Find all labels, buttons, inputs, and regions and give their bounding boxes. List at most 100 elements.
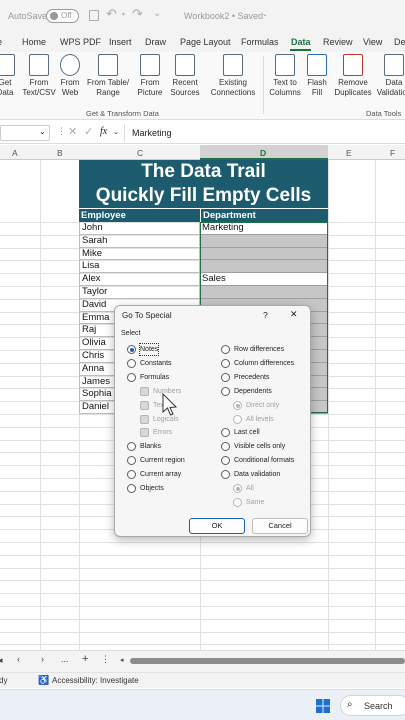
taskbar-search[interactable]: ⌕ Search bbox=[340, 695, 405, 716]
column-header-f[interactable]: F bbox=[390, 148, 395, 158]
more-sheets[interactable]: ... bbox=[61, 654, 69, 664]
department-cell-blank-selected[interactable] bbox=[200, 234, 328, 248]
radio-visible-cells-only[interactable] bbox=[221, 442, 230, 451]
existing-connections-button[interactable]: Existing Connections bbox=[206, 54, 260, 98]
column-header-e[interactable]: E bbox=[346, 148, 352, 158]
insert-function-icon[interactable]: fx bbox=[100, 126, 107, 137]
column-header-a[interactable]: A bbox=[12, 148, 18, 158]
formula-menu-icon[interactable]: ⋮ bbox=[57, 126, 66, 137]
fx-chevron-icon[interactable]: ⌄ bbox=[113, 128, 119, 136]
department-cell-blank-selected[interactable] bbox=[200, 260, 328, 274]
from-table-range-button[interactable]: From Table/ Range bbox=[84, 54, 132, 98]
close-icon[interactable]: ✕ bbox=[290, 309, 298, 320]
employee-cell[interactable]: Lisa bbox=[79, 260, 200, 274]
department-cell[interactable]: Sales bbox=[200, 273, 328, 286]
radio-notes[interactable] bbox=[127, 345, 136, 354]
radio-formulas[interactable] bbox=[127, 373, 136, 382]
tab-home[interactable]: Home bbox=[22, 37, 46, 47]
redo-icon[interactable]: ↷ bbox=[132, 6, 143, 22]
save-icon[interactable] bbox=[89, 10, 99, 21]
radio-conditional-formats[interactable] bbox=[221, 456, 230, 465]
radio-blanks[interactable] bbox=[127, 442, 136, 451]
option-label: Constants bbox=[140, 360, 172, 367]
remove-duplicates-button[interactable]: Remove Duplicates bbox=[333, 54, 373, 98]
radio-all[interactable] bbox=[233, 484, 242, 493]
radio-constants[interactable] bbox=[127, 359, 136, 368]
employee-cell[interactable]: Sarah bbox=[79, 234, 200, 248]
header-department: Department bbox=[200, 209, 328, 222]
from-text-csv-button[interactable]: From Text/CSV bbox=[20, 54, 58, 98]
column-header-d-selected[interactable]: D bbox=[200, 145, 328, 160]
radio-data-validation[interactable] bbox=[221, 470, 230, 479]
tab-data[interactable]: Data bbox=[291, 37, 311, 47]
undo-dropdown-icon[interactable]: ▾ bbox=[122, 11, 125, 18]
ok-button[interactable]: OK bbox=[189, 518, 245, 534]
add-sheet-button[interactable]: + bbox=[82, 653, 88, 665]
employee-cell[interactable]: John bbox=[79, 222, 200, 235]
employee-cell[interactable]: Alex bbox=[79, 273, 200, 286]
enter-icon[interactable]: ✓ bbox=[84, 125, 93, 138]
radio-row-differences[interactable] bbox=[221, 345, 230, 354]
grid-row-line bbox=[0, 555, 405, 556]
radio-last-cell[interactable] bbox=[221, 428, 230, 437]
department-cell-blank-selected[interactable] bbox=[200, 247, 328, 261]
employee-cell[interactable]: Taylor bbox=[79, 286, 200, 299]
undo-icon[interactable]: ↶ bbox=[106, 6, 117, 22]
checkbox-logicals[interactable] bbox=[140, 415, 149, 424]
from-web-button[interactable]: From Web bbox=[58, 54, 82, 98]
radio-current-array[interactable] bbox=[127, 470, 136, 479]
customize-icon[interactable]: ⌄ bbox=[153, 8, 161, 19]
workbook-chevron-icon[interactable]: ⌄ bbox=[262, 10, 268, 18]
autosave-toggle[interactable]: Off bbox=[46, 9, 79, 23]
from-picture-button[interactable]: From Picture bbox=[132, 54, 168, 98]
tab-developer[interactable]: De bbox=[394, 37, 405, 47]
header-employee: Employee bbox=[79, 209, 200, 222]
department-cell-blank-selected[interactable] bbox=[200, 286, 328, 299]
cancel-icon[interactable]: ✕ bbox=[68, 125, 77, 138]
recent-sources-button[interactable]: Recent Sources bbox=[168, 54, 202, 98]
name-box[interactable]: ⌄ bbox=[0, 125, 50, 141]
formula-input[interactable]: Marketing bbox=[124, 124, 405, 142]
scroll-left-icon[interactable]: ◂ bbox=[120, 656, 124, 664]
accessibility-status[interactable]: Accessibility: Investigate bbox=[52, 676, 139, 685]
radio-direct-only[interactable] bbox=[233, 401, 242, 410]
radio-all-levels[interactable] bbox=[233, 415, 242, 424]
name-box-chevron-icon[interactable]: ⌄ bbox=[39, 127, 46, 136]
column-header-b[interactable]: B bbox=[57, 148, 63, 158]
radio-dependents[interactable] bbox=[221, 387, 230, 396]
tab-wps-pdf[interactable]: WPS PDF bbox=[60, 37, 101, 47]
tab-insert[interactable]: Insert bbox=[109, 37, 132, 47]
get-data-button[interactable]: Get Data bbox=[0, 54, 18, 98]
tab-draw[interactable]: Draw bbox=[145, 37, 166, 47]
sheet-options-icon[interactable]: ⋮ bbox=[101, 654, 110, 665]
radio-precedents[interactable] bbox=[221, 373, 230, 382]
radio-same[interactable] bbox=[233, 498, 242, 507]
accessibility-icon[interactable]: ♿ bbox=[38, 675, 49, 686]
radio-objects[interactable] bbox=[127, 484, 136, 493]
tab-page-layout[interactable]: Page Layout bbox=[180, 37, 231, 47]
checkbox-text[interactable] bbox=[140, 401, 149, 410]
scroll-prev-sheet-icon[interactable]: ‹ bbox=[17, 654, 20, 664]
windows-start-icon[interactable] bbox=[316, 699, 330, 713]
radio-current-region[interactable] bbox=[127, 456, 136, 465]
tab-file[interactable]: e bbox=[0, 37, 2, 47]
help-icon[interactable]: ? bbox=[263, 310, 268, 320]
title-bar: AutoSave Off ↶ ▾ ↷ ⌄ Workbook2 • Saved ⌄ bbox=[0, 0, 405, 32]
cancel-button[interactable]: Cancel bbox=[252, 518, 308, 534]
radio-column-differences[interactable] bbox=[221, 359, 230, 368]
checkbox-numbers[interactable] bbox=[140, 387, 149, 396]
scroll-next-sheet-icon[interactable]: › bbox=[41, 654, 44, 664]
tab-review[interactable]: Review bbox=[323, 37, 353, 47]
tab-formulas[interactable]: Formulas bbox=[241, 37, 279, 47]
column-header-c[interactable]: C bbox=[137, 148, 143, 158]
checkbox-errors[interactable] bbox=[140, 428, 149, 437]
text-to-columns-button[interactable]: Text to Columns bbox=[265, 54, 305, 98]
employee-cell[interactable]: Mike bbox=[79, 247, 200, 261]
grid-row-line bbox=[0, 632, 405, 633]
data-validation-button[interactable]: Data Validation bbox=[375, 54, 405, 98]
department-cell[interactable]: Marketing bbox=[200, 222, 328, 235]
flash-fill-button[interactable]: Flash Fill bbox=[303, 54, 331, 98]
tab-view[interactable]: View bbox=[363, 37, 382, 47]
horizontal-scrollbar[interactable] bbox=[130, 658, 405, 664]
scroll-first-sheet-icon[interactable]: ◂ bbox=[0, 655, 3, 666]
